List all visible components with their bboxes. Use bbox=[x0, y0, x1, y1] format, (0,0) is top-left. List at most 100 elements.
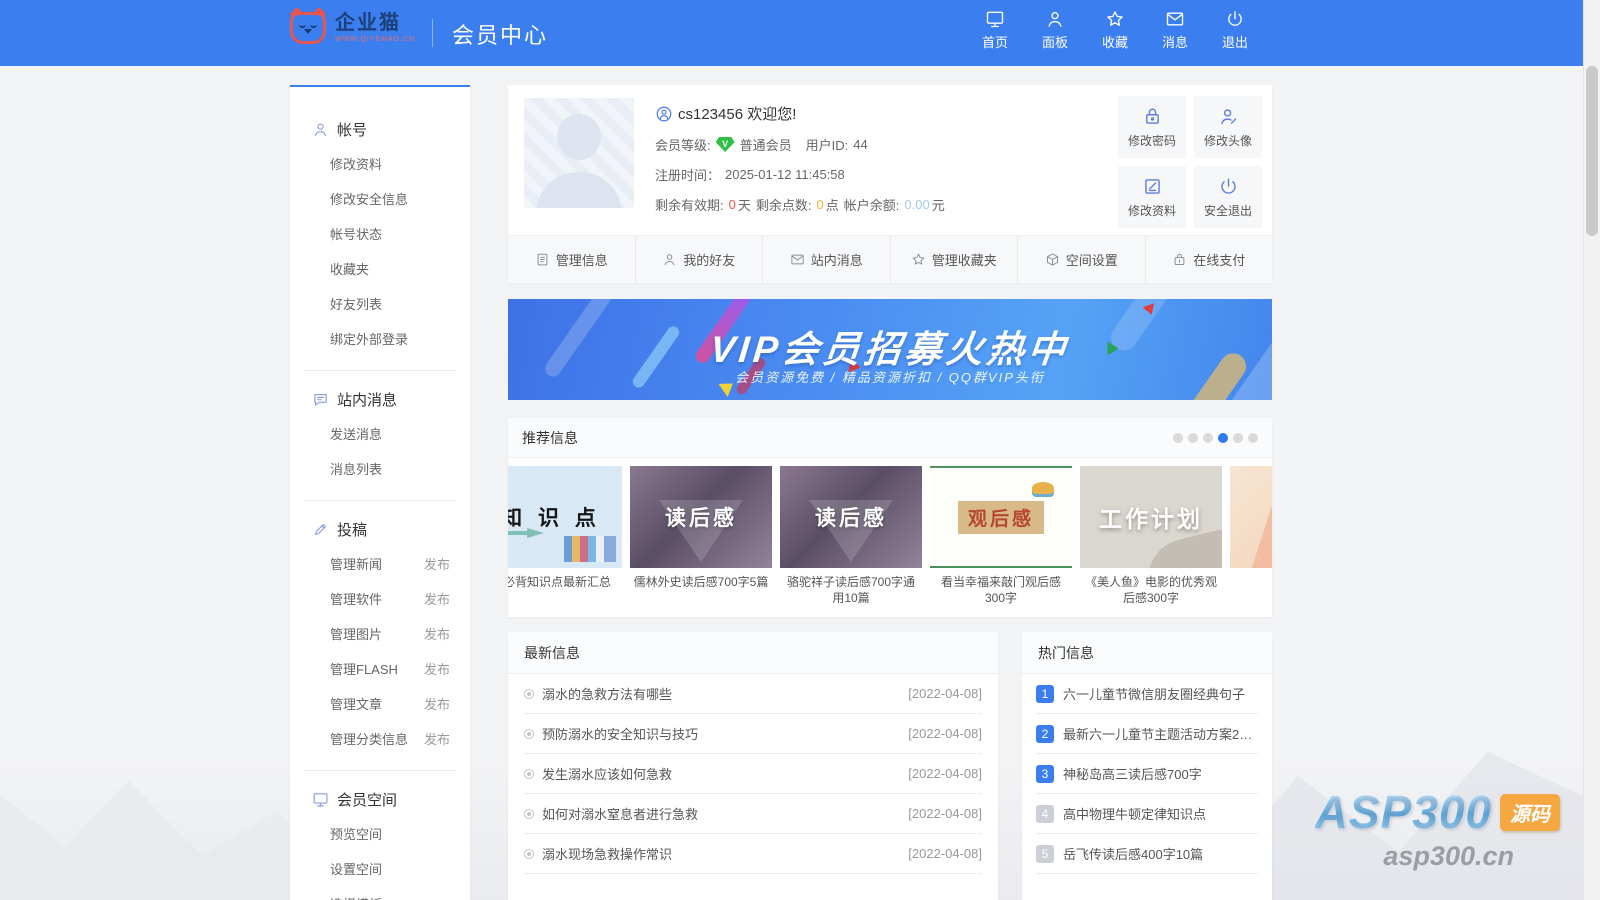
brand-name: 企业猫 bbox=[335, 13, 415, 33]
mail-icon bbox=[1165, 9, 1185, 29]
recommend-card-4[interactable]: 观后感 看当幸福来敲门观后感300字 bbox=[930, 466, 1072, 607]
publish-link[interactable]: 发布 bbox=[424, 694, 450, 713]
bullet-icon bbox=[524, 809, 534, 819]
sidebar-item-send-message[interactable]: 发送消息 bbox=[290, 416, 470, 451]
news-item[interactable]: 溺水的急救方法有哪些 [2022-04-08] bbox=[524, 674, 982, 714]
news-item[interactable]: 发生溺水应该如何急救 [2022-04-08] bbox=[524, 754, 982, 794]
recommend-card-5[interactable]: 工作计划 《美人鱼》电影的优秀观后感300字 bbox=[1080, 466, 1222, 607]
pay-icon bbox=[1172, 252, 1187, 267]
page-scrollbar-track[interactable] bbox=[1583, 0, 1600, 900]
thumbnail-holiday bbox=[1230, 466, 1272, 568]
news-date: [2022-04-08] bbox=[908, 686, 982, 701]
change-avatar-button[interactable]: 修改头像 bbox=[1194, 96, 1262, 158]
carousel-dot-active[interactable] bbox=[1218, 433, 1228, 443]
section-title: 会员空间 bbox=[337, 789, 397, 810]
monitor-icon bbox=[985, 9, 1005, 29]
sidebar-section-account: 帐号 bbox=[290, 101, 470, 146]
nav-item-home[interactable]: 首页 bbox=[970, 9, 1020, 51]
tab-manage-favorites[interactable]: 管理收藏夹 bbox=[890, 236, 1018, 283]
sidebar-item-manage-images[interactable]: 管理图片发布 bbox=[290, 616, 470, 651]
register-time: 2025-01-12 11:45:58 bbox=[725, 167, 845, 182]
watermark-brand: ASP300 bbox=[1315, 785, 1492, 839]
tab-site-messages[interactable]: 站内消息 bbox=[762, 236, 890, 283]
sidebar-item-account-status[interactable]: 帐号状态 bbox=[290, 216, 470, 251]
hot-item[interactable]: 5 岳飞传读后感400字10篇 bbox=[1036, 834, 1258, 874]
sidebar-item-choose-template[interactable]: 选择模板 bbox=[290, 886, 470, 900]
sidebar-item-favorites-folder[interactable]: 收藏夹 bbox=[290, 251, 470, 286]
publish-link[interactable]: 发布 bbox=[424, 624, 450, 643]
sidebar-item-manage-flash[interactable]: 管理FLASH发布 bbox=[290, 651, 470, 686]
publish-link[interactable]: 发布 bbox=[424, 589, 450, 608]
sidebar-item-preview-space[interactable]: 预览空间 bbox=[290, 816, 470, 851]
news-item[interactable]: 溺水现场急救操作常识 [2022-04-08] bbox=[524, 834, 982, 874]
thumbnail-work-plan: 工作计划 bbox=[1080, 466, 1222, 568]
sidebar-item-bind-external[interactable]: 绑定外部登录 bbox=[290, 321, 470, 356]
sidebar-item-friend-list[interactable]: 好友列表 bbox=[290, 286, 470, 321]
news-item[interactable]: 预防溺水的安全知识与技巧 [2022-04-08] bbox=[524, 714, 982, 754]
section-title: 帐号 bbox=[337, 119, 367, 140]
change-password-button[interactable]: 修改密码 bbox=[1118, 96, 1186, 158]
vip-banner[interactable]: VIP会员招募火热中 会员资源免费 / 精品资源折扣 / QQ群VIP头衔 bbox=[508, 299, 1272, 400]
tab-manage-info[interactable]: 管理信息 bbox=[508, 236, 635, 283]
asp300-watermark: ASP300 源码 asp300.cn bbox=[1315, 785, 1560, 872]
bottom-row: 最新信息 溺水的急救方法有哪些 [2022-04-08] 预防溺水的安全知识与技… bbox=[508, 632, 1272, 900]
carousel-dot[interactable] bbox=[1203, 433, 1213, 443]
nav-item-messages[interactable]: 消息 bbox=[1150, 9, 1200, 51]
sidebar-item-manage-articles[interactable]: 管理文章发布 bbox=[290, 686, 470, 721]
tab-space-settings[interactable]: 空间设置 bbox=[1017, 236, 1145, 283]
news-item[interactable]: 如何对溺水窒息者进行急救 [2022-04-08] bbox=[524, 794, 982, 834]
section-title: 站内消息 bbox=[337, 389, 397, 410]
edit-profile-button[interactable]: 修改资料 bbox=[1118, 166, 1186, 228]
sidebar-item-manage-news[interactable]: 管理新闻发布 bbox=[290, 546, 470, 581]
profile-tab-row: 管理信息 我的好友 站内消息 管理收藏夹 空间设置 bbox=[508, 235, 1272, 283]
uid-label: 用户ID: bbox=[806, 135, 849, 154]
carousel-strip: 知 识 点 史必背知识点最新汇总 读后感 儒林外史读后感700字5篇 读后感 骆… bbox=[508, 458, 1272, 607]
banner-title: VIP会员招募火热中 bbox=[508, 319, 1272, 373]
news-date: [2022-04-08] bbox=[908, 806, 982, 821]
page-scrollbar-thumb[interactable] bbox=[1586, 66, 1598, 236]
recommend-card-3[interactable]: 读后感 骆驼祥子读后感700字通用10篇 bbox=[780, 466, 922, 607]
tab-online-payment[interactable]: 在线支付 bbox=[1145, 236, 1273, 283]
card-caption: 《美人鱼》电影的优秀观后感300字 bbox=[1082, 574, 1220, 607]
sidebar-item-setup-space[interactable]: 设置空间 bbox=[290, 851, 470, 886]
carousel-dot[interactable] bbox=[1233, 433, 1243, 443]
sidebar-section-messages: 站内消息 bbox=[290, 371, 470, 416]
pen-icon bbox=[312, 521, 329, 538]
user-icon bbox=[662, 252, 677, 267]
nav-item-logout[interactable]: 退出 bbox=[1210, 9, 1260, 51]
hot-item[interactable]: 3 神秘岛高三读后感700字 bbox=[1036, 754, 1258, 794]
nav-item-panel[interactable]: 面板 bbox=[1030, 9, 1080, 51]
tab-my-friends[interactable]: 我的好友 bbox=[635, 236, 763, 283]
rank-badge: 1 bbox=[1036, 685, 1054, 703]
hot-item[interactable]: 1 六一儿童节微信朋友圈经典句子 bbox=[1036, 674, 1258, 714]
hot-item[interactable]: 4 高中物理牛顿定律知识点 bbox=[1036, 794, 1258, 834]
thumbnail-film-review: 观后感 bbox=[930, 466, 1072, 568]
brand-logo[interactable]: 企业猫 WWW.QIYEMAO.CN bbox=[290, 12, 415, 44]
sidebar-item-message-list[interactable]: 消息列表 bbox=[290, 451, 470, 486]
star-icon bbox=[911, 252, 926, 267]
rank-badge: 2 bbox=[1036, 725, 1054, 743]
publish-link[interactable]: 发布 bbox=[424, 729, 450, 748]
header-divider bbox=[432, 19, 433, 47]
sidebar-item-edit-profile[interactable]: 修改资料 bbox=[290, 146, 470, 181]
nav-item-favorites[interactable]: 收藏 bbox=[1090, 9, 1140, 51]
sidebar-item-manage-classified[interactable]: 管理分类信息发布 bbox=[290, 721, 470, 756]
hot-item[interactable]: 2 最新六一儿童节主题活动方案2020 bbox=[1036, 714, 1258, 754]
hot-info-title: 热门信息 bbox=[1022, 632, 1272, 674]
nav-label: 首页 bbox=[982, 32, 1008, 51]
thumbnail-knowledge: 知 识 点 bbox=[508, 466, 622, 568]
recommend-title: 推荐信息 bbox=[522, 428, 578, 448]
sidebar-item-edit-security[interactable]: 修改安全信息 bbox=[290, 181, 470, 216]
carousel-dot[interactable] bbox=[1248, 433, 1258, 443]
carousel-dot[interactable] bbox=[1173, 433, 1183, 443]
recommend-card-1[interactable]: 知 识 点 史必背知识点最新汇总 bbox=[508, 466, 622, 607]
publish-link[interactable]: 发布 bbox=[424, 659, 450, 678]
safe-logout-button[interactable]: 安全退出 bbox=[1194, 166, 1262, 228]
register-line: 注册时间： 2025-01-12 11:45:58 bbox=[655, 165, 945, 184]
recommend-card-6[interactable]: 假期社 bbox=[1230, 466, 1272, 607]
carousel-dot[interactable] bbox=[1188, 433, 1198, 443]
publish-link[interactable]: 发布 bbox=[424, 554, 450, 573]
sidebar-item-manage-software[interactable]: 管理软件发布 bbox=[290, 581, 470, 616]
bullet-icon bbox=[524, 729, 534, 739]
recommend-card-2[interactable]: 读后感 儒林外史读后感700字5篇 bbox=[630, 466, 772, 607]
